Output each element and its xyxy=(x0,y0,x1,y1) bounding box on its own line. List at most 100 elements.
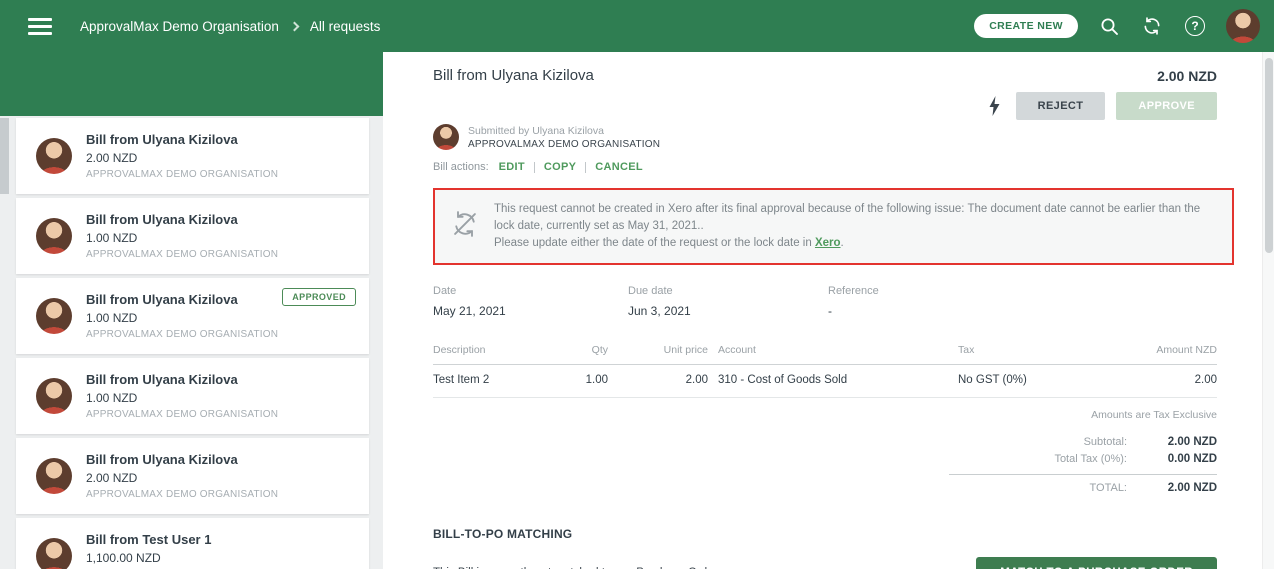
edit-link[interactable]: EDIT xyxy=(499,161,525,173)
bill-actions: Bill actions: EDIT COPY CANCEL xyxy=(433,161,1217,173)
match-to-po-button[interactable]: MATCH TO A PURCHASE ORDER xyxy=(976,556,1217,569)
subtotal-value: 2.00 NZD xyxy=(1167,435,1217,448)
table-row: Test Item 2 1.00 2.00 310 - Cost of Good… xyxy=(433,365,1217,398)
request-org: APPROVALMAX DEMO ORGANISATION xyxy=(86,249,279,260)
total-tax-label: Total Tax (0%): xyxy=(1054,452,1127,465)
submitted-org: APPROVALMAX DEMO ORGANISATION xyxy=(468,138,661,150)
chevron-right-icon xyxy=(289,21,300,31)
submitted-by: Submitted by Ulyana Kizilova xyxy=(468,124,604,137)
approve-button[interactable]: APPROVE xyxy=(1116,92,1217,120)
avatar xyxy=(36,538,72,569)
list-item[interactable]: Bill from Ulyana Kizilova 1.00 NZD APPRO… xyxy=(16,198,369,274)
breadcrumb-organisation[interactable]: ApprovalMax Demo Organisation xyxy=(80,19,279,34)
request-amount: 2.00 NZD xyxy=(86,471,138,485)
request-amount: 2.00 NZD xyxy=(86,151,138,165)
create-new-button[interactable]: CREATE NEW xyxy=(974,14,1078,38)
cell-tax: No GST (0%) xyxy=(958,374,1027,386)
status-badge: APPROVED xyxy=(282,288,356,306)
submitted-block: Submitted by Ulyana Kizilova APPROVALMAX… xyxy=(433,124,1217,150)
reject-button[interactable]: REJECT xyxy=(1015,92,1106,120)
request-title: Bill from Test User 1 xyxy=(86,532,212,547)
breadcrumb: ApprovalMax Demo Organisation All reques… xyxy=(80,19,380,34)
xero-warning-banner: This request cannot be created in Xero a… xyxy=(433,188,1234,265)
totals-block: Subtotal: 2.00 NZD Total Tax (0%): 0.00 … xyxy=(949,433,1217,497)
request-list-panel: Bill from Ulyana Kizilova 2.00 NZD APPRO… xyxy=(0,52,383,569)
request-title: Bill from Ulyana Kizilova xyxy=(86,212,238,227)
xero-link[interactable]: Xero xyxy=(815,237,841,249)
scrollbar-thumb[interactable] xyxy=(1265,58,1273,253)
col-amount: Amount NZD xyxy=(1156,344,1217,356)
reference-label: Reference xyxy=(828,285,879,297)
due-date-label: Due date xyxy=(628,285,673,297)
warning-text: This request cannot be created in Xero a… xyxy=(494,201,1216,252)
separator xyxy=(585,161,587,173)
bill-to-po-matching-section: BILL-TO-PO MATCHING This Bill is current… xyxy=(433,527,1217,569)
submitter-avatar xyxy=(433,124,459,150)
request-amount: 1,100.00 NZD xyxy=(86,551,161,565)
request-org: APPROVALMAX DEMO ORGANISATION xyxy=(86,169,279,180)
tax-note: Amounts are Tax Exclusive xyxy=(1091,409,1217,421)
col-tax: Tax xyxy=(958,344,975,356)
copy-link[interactable]: COPY xyxy=(544,161,576,173)
list-item[interactable]: Bill from Ulyana Kizilova 1.00 NZD APPRO… xyxy=(16,278,369,354)
request-amount: 1.00 NZD xyxy=(86,231,138,245)
avatar xyxy=(36,458,72,494)
sync-icon[interactable] xyxy=(1140,14,1164,38)
request-org: APPROVALMAX DEMO ORGANISATION xyxy=(86,489,279,500)
due-date-value: Jun 3, 2021 xyxy=(628,304,691,318)
col-unit-price: Unit price xyxy=(663,344,708,356)
cell-qty: 1.00 xyxy=(585,374,608,386)
scrollbar-track[interactable] xyxy=(1262,52,1274,569)
avatar xyxy=(36,298,72,334)
total-tax-value: 0.00 NZD xyxy=(1167,452,1217,465)
total-value: 2.00 NZD xyxy=(1167,482,1217,494)
cell-account: 310 - Cost of Goods Sold xyxy=(718,374,848,386)
request-amount: 1.00 NZD xyxy=(86,391,138,405)
request-title: Bill from Ulyana Kizilova xyxy=(86,372,238,387)
list-item[interactable]: Bill from Ulyana Kizilova 2.00 NZD APPRO… xyxy=(16,438,369,514)
page-title: Bill from Ulyana Kizilova xyxy=(433,67,594,84)
col-qty: Qty xyxy=(591,344,608,356)
po-matching-heading: BILL-TO-PO MATCHING xyxy=(433,526,573,541)
request-org: APPROVALMAX DEMO ORGANISATION xyxy=(86,409,279,420)
request-amount: 1.00 NZD xyxy=(86,311,138,325)
subtotal-label: Subtotal: xyxy=(1083,435,1127,448)
request-title: Bill from Ulyana Kizilova xyxy=(86,292,238,307)
menu-icon[interactable] xyxy=(28,17,52,35)
workflow-bolt-icon[interactable] xyxy=(988,96,1001,116)
request-total-amount: 2.00 NZD xyxy=(1157,67,1217,84)
search-icon[interactable] xyxy=(1097,14,1121,38)
document-fields: Date May 21, 2021 Due date Jun 3, 2021 R… xyxy=(433,285,1217,318)
topbar: ApprovalMax Demo Organisation All reques… xyxy=(0,0,1274,52)
cell-amount: 2.00 xyxy=(1194,374,1217,386)
reference-value: - xyxy=(828,304,832,318)
cell-unit-price: 2.00 xyxy=(685,374,708,386)
request-list: Bill from Ulyana Kizilova 2.00 NZD APPRO… xyxy=(0,116,383,569)
col-account: Account xyxy=(718,344,756,356)
col-description: Description xyxy=(433,344,486,356)
date-label: Date xyxy=(433,285,457,297)
list-item[interactable]: Bill from Ulyana Kizilova 2.00 NZD APPRO… xyxy=(0,118,369,194)
avatar xyxy=(36,378,72,414)
list-item[interactable]: Bill from Ulyana Kizilova 1.00 NZD APPRO… xyxy=(16,358,369,434)
cancel-link[interactable]: CANCEL xyxy=(595,161,643,173)
total-label: TOTAL: xyxy=(1089,482,1128,494)
help-icon[interactable]: ? xyxy=(1183,14,1207,38)
list-item[interactable]: Bill from Test User 1 1,100.00 NZD APPRO… xyxy=(16,518,369,569)
user-avatar[interactable] xyxy=(1226,9,1260,43)
separator xyxy=(533,161,535,173)
line-items-table: Description Qty Unit price Account Tax A… xyxy=(433,344,1217,398)
breadcrumb-section[interactable]: All requests xyxy=(310,19,381,34)
bill-actions-label: Bill actions: xyxy=(433,161,489,173)
request-detail-panel: Bill from Ulyana Kizilova 2.00 NZD REJEC… xyxy=(383,52,1262,569)
warning-line2-suffix: . xyxy=(840,237,844,249)
avatar xyxy=(36,218,72,254)
request-title: Bill from Ulyana Kizilova xyxy=(86,132,238,147)
warning-line2: Please update either the date of the req… xyxy=(494,237,815,249)
help-glyph: ? xyxy=(1185,16,1205,36)
date-value: May 21, 2021 xyxy=(433,304,506,318)
cell-description: Test Item 2 xyxy=(433,374,490,386)
warning-line1: This request cannot be created in Xero a… xyxy=(494,203,1201,232)
table-header-row: Description Qty Unit price Account Tax A… xyxy=(433,344,1217,365)
sync-off-icon xyxy=(451,210,479,243)
